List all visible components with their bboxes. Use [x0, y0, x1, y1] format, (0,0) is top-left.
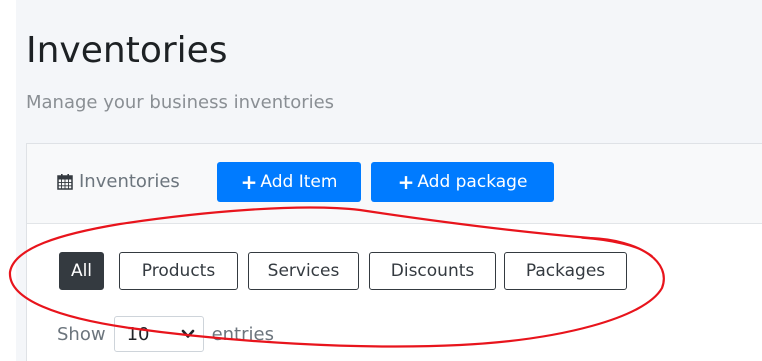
entries-label: entries: [211, 323, 274, 345]
show-label: Show: [57, 323, 106, 345]
entries-length-control: Show 10 entries: [57, 316, 274, 352]
chevron-down-icon: [181, 329, 194, 338]
card-header-title: Inventories: [57, 171, 180, 192]
add-package-button[interactable]: + Add package: [371, 162, 554, 202]
filter-all-button[interactable]: All: [59, 252, 104, 290]
card-header: Inventories + Add Item + Add package: [27, 144, 762, 224]
page: Inventories Manage your business invento…: [0, 0, 762, 361]
page-subtitle: Manage your business inventories: [26, 92, 335, 113]
page-title: Inventories: [26, 30, 228, 71]
filter-packages-button[interactable]: Packages: [504, 252, 627, 290]
calendar-icon: [57, 174, 73, 190]
entries-select[interactable]: 10: [113, 316, 204, 352]
filter-discounts-button[interactable]: Discounts: [369, 252, 496, 290]
add-item-button[interactable]: + Add Item: [217, 162, 361, 202]
add-package-label: Add package: [417, 172, 528, 192]
filter-products-button[interactable]: Products: [119, 252, 238, 290]
plus-icon: +: [240, 170, 258, 194]
inventories-card: Inventories + Add Item + Add package All…: [26, 143, 762, 361]
card-header-label: Inventories: [79, 171, 180, 192]
entries-selected-value: 10: [126, 323, 150, 345]
add-item-label: Add Item: [260, 172, 338, 192]
filter-services-button[interactable]: Services: [248, 252, 359, 290]
plus-icon: +: [397, 170, 415, 194]
